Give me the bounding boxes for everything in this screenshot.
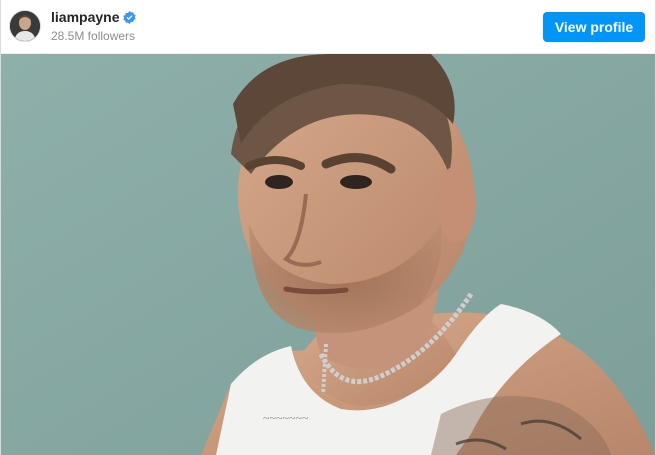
username-row: liampayne bbox=[51, 9, 137, 26]
avatar-image bbox=[10, 11, 40, 41]
post-image: ~~~~~~~ bbox=[1, 54, 655, 455]
svg-text:~~~~~~~: ~~~~~~~ bbox=[263, 411, 309, 425]
avatar[interactable] bbox=[9, 10, 41, 42]
view-profile-button[interactable]: View profile bbox=[543, 12, 645, 42]
post-header: liampayne 28.5M followers View profile bbox=[1, 0, 655, 54]
user-info: liampayne 28.5M followers bbox=[51, 9, 137, 43]
instagram-embed: liampayne 28.5M followers View profile ~… bbox=[0, 0, 656, 455]
follower-count: 28.5M followers bbox=[51, 29, 136, 43]
username-link[interactable]: liampayne bbox=[51, 9, 119, 26]
post-photo[interactable]: ~~~~~~~ bbox=[1, 54, 655, 455]
verified-badge-icon bbox=[123, 11, 137, 24]
